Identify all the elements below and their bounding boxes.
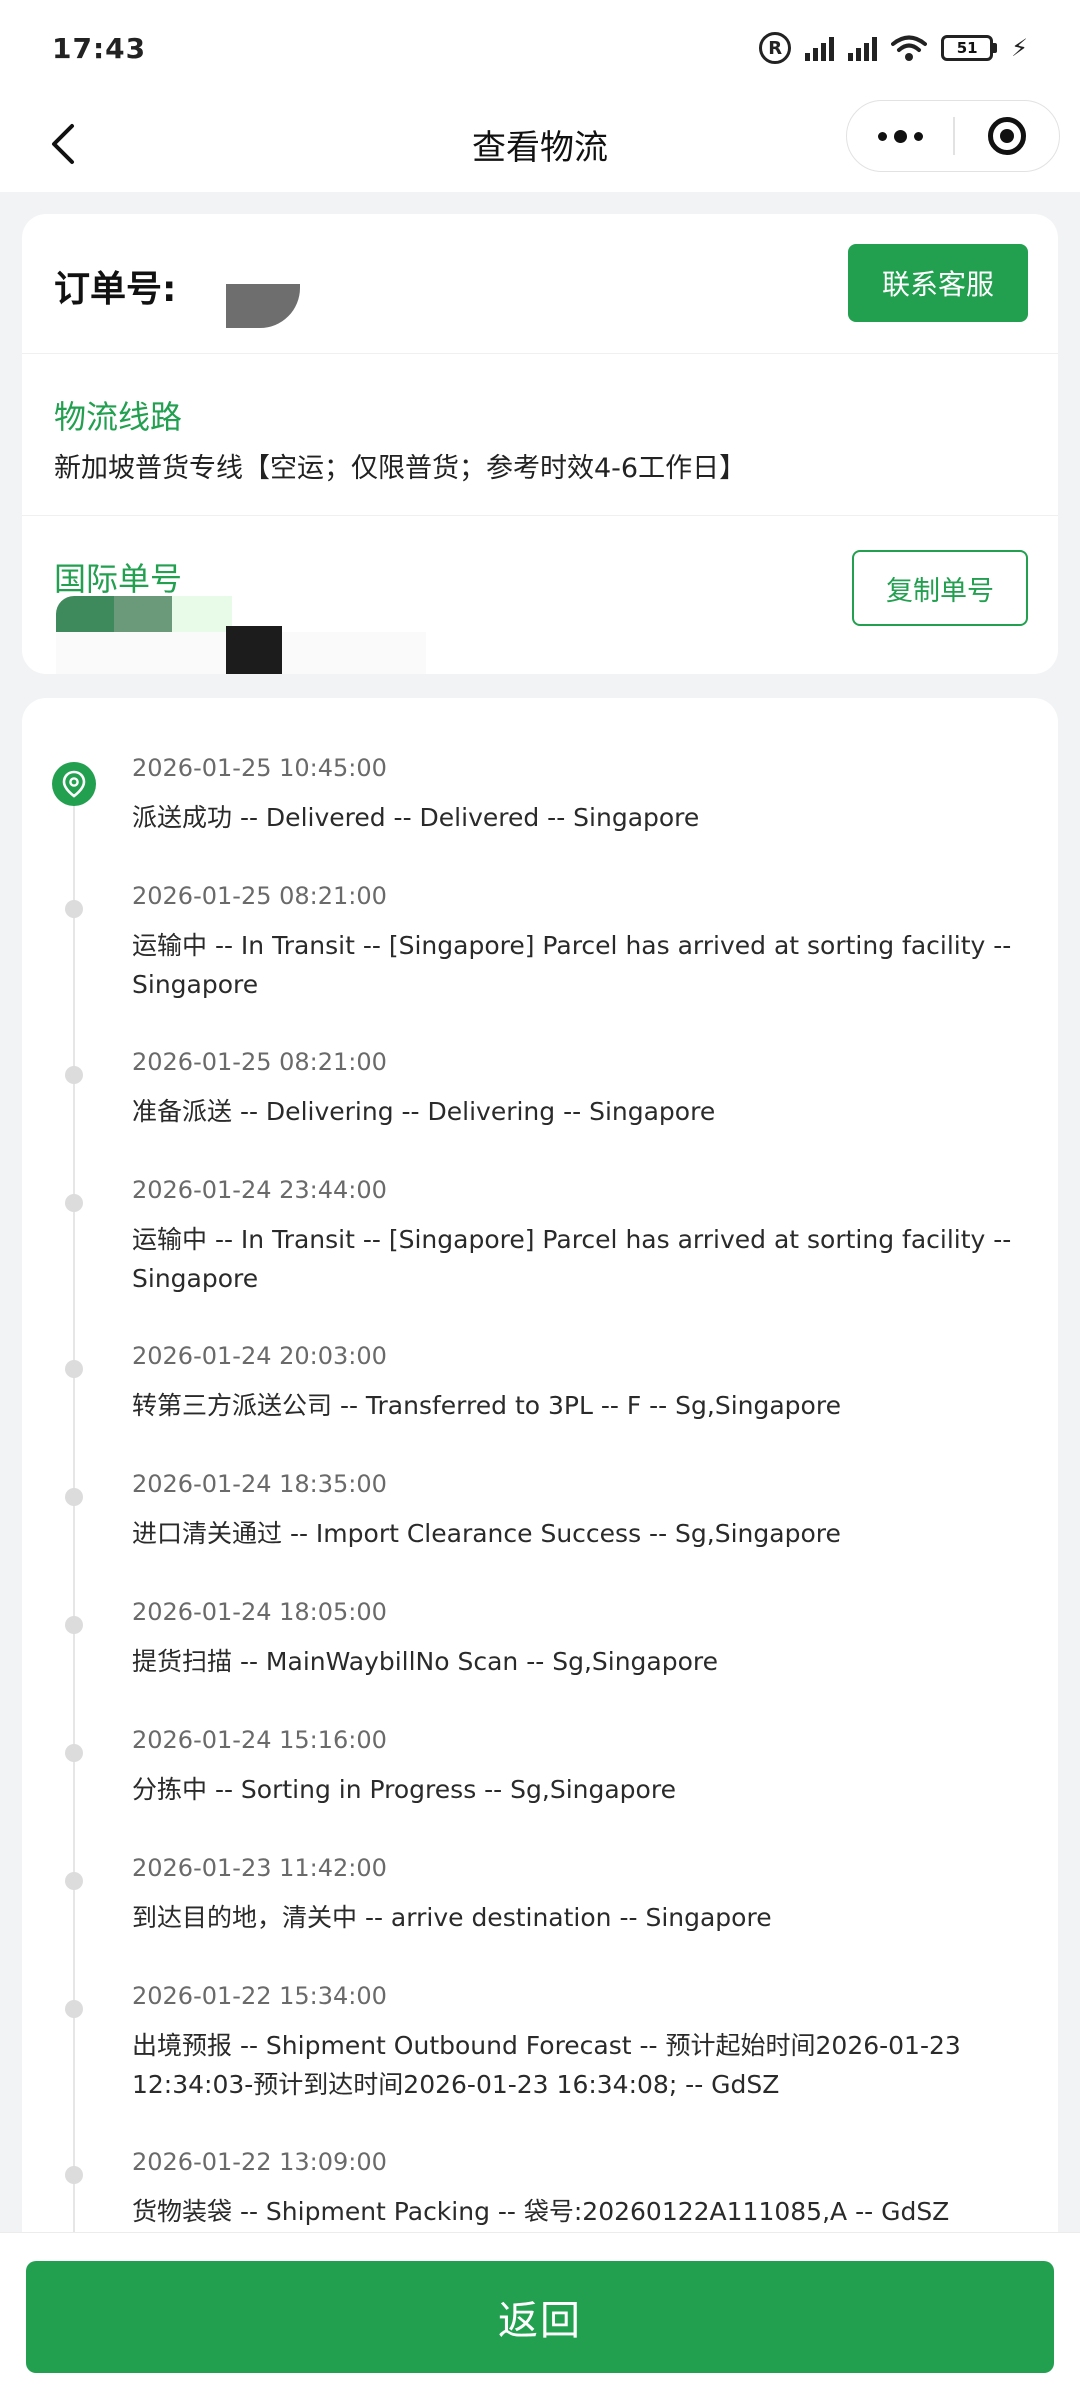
redacted-tracking-number [56,596,114,632]
event-time: 2026-01-25 10:45:00 [132,754,387,782]
timeline-dot [65,2166,83,2184]
timeline-dot [65,1872,83,1890]
battery-icon: 51 [941,35,998,61]
event-time: 2026-01-24 20:03:00 [132,1342,387,1370]
international-number-row: 国际单号 复制单号 [22,516,1058,674]
tracking-timeline: 2026-01-25 10:45:00 派送成功 -- Delivered -- … [22,698,1058,2258]
event-description: 货物装袋 -- Shipment Packing -- 袋号:20260122A… [132,2197,950,2226]
shipment-info-card: 订单号: 联系客服 物流线路 新加坡普货专线【空运；仅限普货；参考时效4-6工作… [22,214,1058,674]
route-label: 物流线路 [54,398,183,436]
timeline-dot [65,900,83,918]
timeline-dot [65,1194,83,1212]
event-description: 进口清关通过 -- Import Clearance Success -- Sg… [132,1519,841,1548]
timeline-dot [65,1616,83,1634]
event-description: 派送成功 -- Delivered -- Delivered -- Singap… [132,803,700,832]
order-row: 订单号: 联系客服 [22,214,1058,354]
charging-bolt-icon: ⚡ [1011,34,1028,62]
event-description: 准备派送 -- Delivering -- Delivering -- Sing… [132,1097,716,1126]
close-target-icon[interactable] [955,101,1060,171]
event-time: 2026-01-24 18:35:00 [132,1470,387,1498]
event-time: 2026-01-25 08:21:00 [132,1048,387,1076]
event-time: 2026-01-24 23:44:00 [132,1176,387,1204]
status-time: 17:43 [52,31,147,65]
registered-icon: R [759,32,792,64]
event-time: 2026-01-22 15:34:00 [132,1982,387,2010]
location-pin-icon [52,762,96,806]
timeline-dot [65,1744,83,1762]
timeline-dot [65,1066,83,1084]
timeline-dot [65,1488,83,1506]
event-description: 出境预报 -- Shipment Outbound Forecast -- 预计… [132,2031,961,2099]
timeline-dot [65,1360,83,1378]
event-time: 2026-01-22 13:09:00 [132,2148,387,2176]
return-button[interactable]: 返回 [26,2261,1054,2373]
event-time: 2026-01-24 18:05:00 [132,1598,387,1626]
international-number-label: 国际单号 [54,560,183,598]
mini-program-capsule [846,100,1060,172]
status-bar: 17:43 R 51 ⚡ [0,0,1080,96]
route-row: 物流线路 新加坡普货专线【空运；仅限普货；参考时效4-6工作日】 [22,354,1058,516]
event-description: 到达目的地，清关中 -- arrive destination -- Singa… [132,1903,772,1932]
event-time: 2026-01-23 11:42:00 [132,1854,387,1882]
nav-bar: 查看物流 [0,96,1080,192]
event-description: 运输中 -- In Transit -- [Singapore] Parcel … [132,1225,1012,1293]
signal-icon [805,35,835,61]
status-icons: R 51 ⚡ [759,32,1028,64]
redacted-tracking-number [226,626,282,674]
event-description: 提货扫描 -- MainWaybillNo Scan -- Sg,Singapo… [132,1647,719,1676]
redacted-tracking-number [172,596,232,632]
timeline-dot [65,2000,83,2018]
event-description: 运输中 -- In Transit -- [Singapore] Parcel … [132,931,1012,999]
wifi-icon [891,34,928,62]
redacted-order-number [226,284,300,328]
route-value: 新加坡普货专线【空运；仅限普货；参考时效4-6工作日】 [54,453,747,484]
signal-icon [848,35,878,61]
more-dots-icon[interactable] [847,101,953,171]
redacted-tracking-number [114,596,172,632]
battery-level: 51 [956,39,978,57]
contact-support-button[interactable]: 联系客服 [848,244,1028,322]
back-chevron-icon[interactable] [32,114,92,174]
event-time: 2026-01-24 15:16:00 [132,1726,387,1754]
timeline-line [73,788,75,2258]
copy-number-button[interactable]: 复制单号 [852,550,1028,626]
event-description: 分拣中 -- Sorting in Progress -- Sg,Singapo… [132,1775,676,1804]
event-time: 2026-01-25 08:21:00 [132,882,387,910]
event-description: 转第三方派送公司 -- Transferred to 3PL -- F -- S… [132,1391,841,1420]
order-number-label: 订单号: [54,269,177,310]
bottom-bar: 返回 [0,2232,1080,2400]
